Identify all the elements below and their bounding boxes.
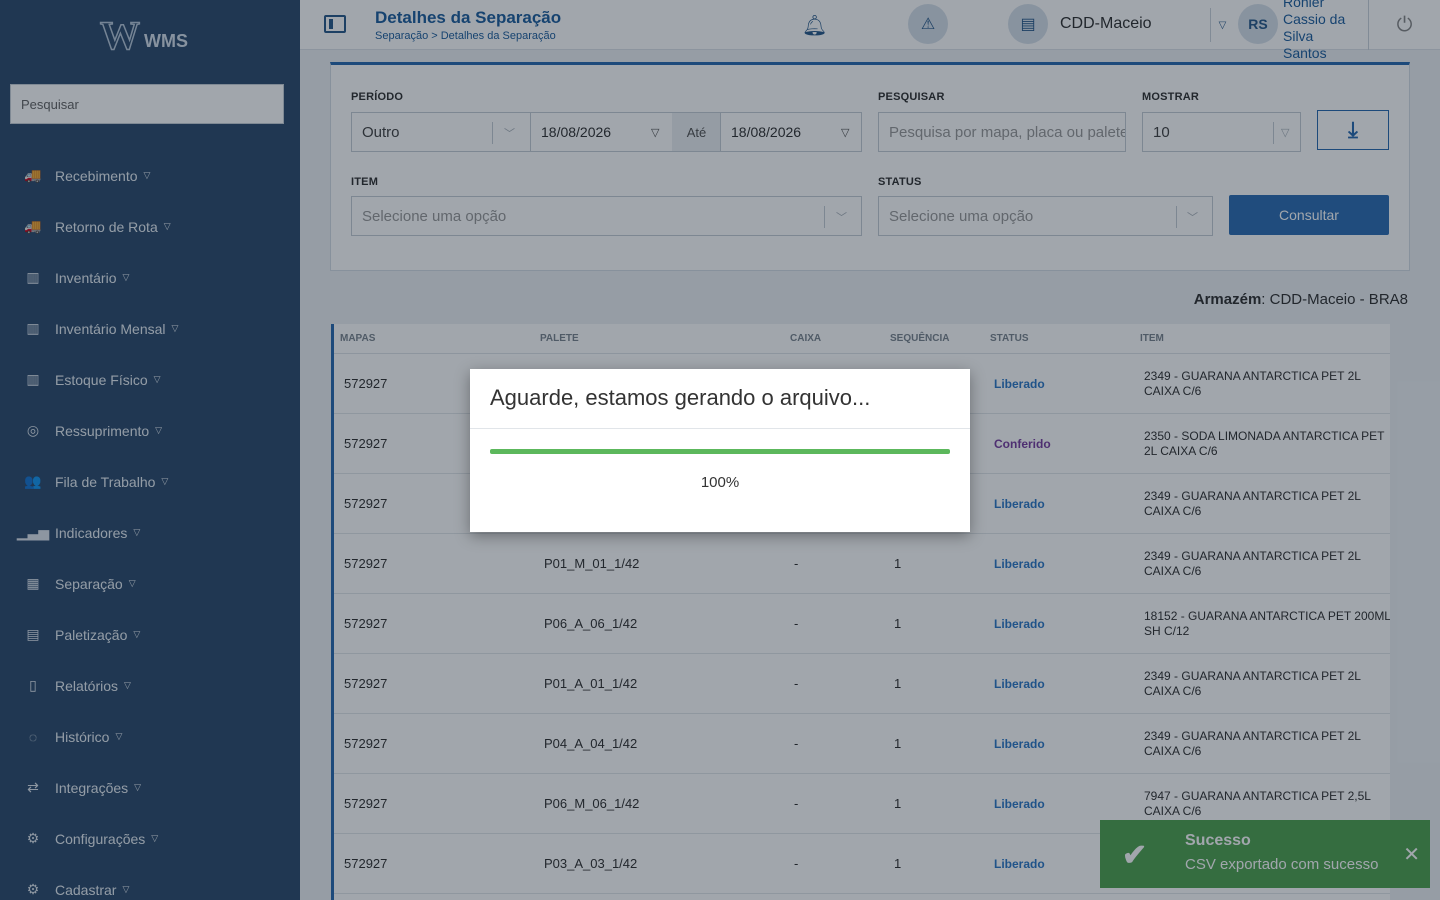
- export-progress-modal: Aguarde, estamos gerando o arquivo... 10…: [470, 369, 970, 532]
- progress-bar-fill: [490, 449, 950, 454]
- modal-divider: [470, 428, 970, 429]
- progress-percent: 100%: [700, 474, 740, 491]
- modal-title: Aguarde, estamos gerando o arquivo...: [490, 385, 871, 410]
- progress-bar: [490, 449, 950, 454]
